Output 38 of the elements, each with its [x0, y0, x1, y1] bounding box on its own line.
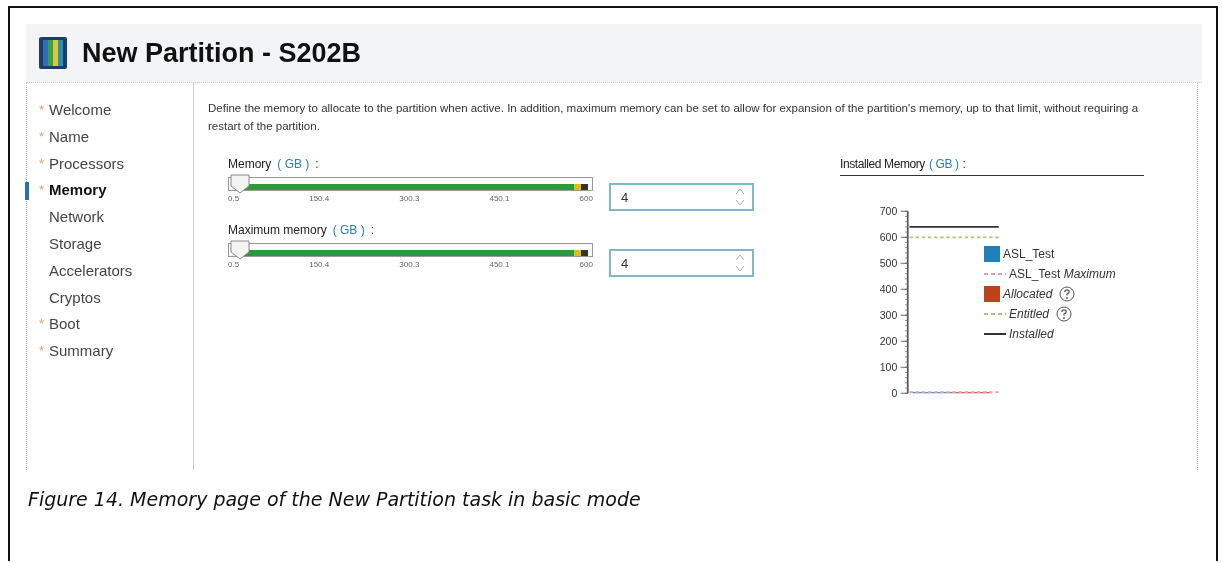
step-marker: * [39, 315, 46, 334]
step-marker: * [39, 181, 46, 200]
tick-label: 600 [579, 260, 593, 269]
tick-label: 300.3 [399, 194, 420, 203]
legend-label: Allocated [1003, 287, 1053, 301]
tick-label: 0.5 [228, 260, 240, 269]
legend-label: Installed [1009, 327, 1054, 341]
step-marker: * [39, 154, 46, 173]
legend-label: ASL_Test [1003, 247, 1055, 261]
slider-label: Memory [228, 157, 272, 171]
description-text: Define the memory to allocate to the partition when active. In addition, maximum memory can be set to allow for expansion of the partition's memory, up to that limit, without requiring a restart of the partition. [208, 101, 1140, 134]
y-tick-label: 300 [879, 308, 898, 321]
y-tick-label: 100 [879, 360, 898, 373]
tick-label: 150.4 [309, 260, 330, 269]
step-marker: * [39, 342, 46, 361]
y-tick-label: 0 [891, 386, 898, 399]
colon-text: : [962, 157, 966, 171]
tick-label: 450.1 [489, 194, 510, 203]
y-tick-label: 700 [879, 204, 898, 217]
colon-text: : [370, 223, 374, 237]
y-tick-label: 200 [879, 334, 898, 347]
chart-title: Installed Memory [840, 157, 925, 171]
y-tick-label: 400 [879, 282, 898, 295]
y-tick-label: 600 [879, 230, 898, 243]
step-marker: * [39, 127, 46, 146]
legend-label: ASL_Test Maximum [1009, 267, 1116, 281]
colon-text: : [315, 157, 319, 171]
tick-label: 0.5 [228, 194, 240, 203]
window-title: New Partition - S202B [82, 37, 362, 69]
tick-label: 450.1 [489, 260, 510, 269]
y-tick-label: 500 [879, 256, 898, 269]
legend-label: Entitled [1009, 307, 1050, 321]
tick-label: 600 [579, 194, 593, 203]
slider-label: Maximum memory [228, 223, 327, 237]
step-marker: * [39, 101, 46, 119]
tick-label: 150.4 [309, 194, 330, 203]
figure-caption: Figure 14. Memory page of the New Partition task in basic mode [28, 488, 642, 510]
tick-label: 300.3 [399, 260, 420, 269]
